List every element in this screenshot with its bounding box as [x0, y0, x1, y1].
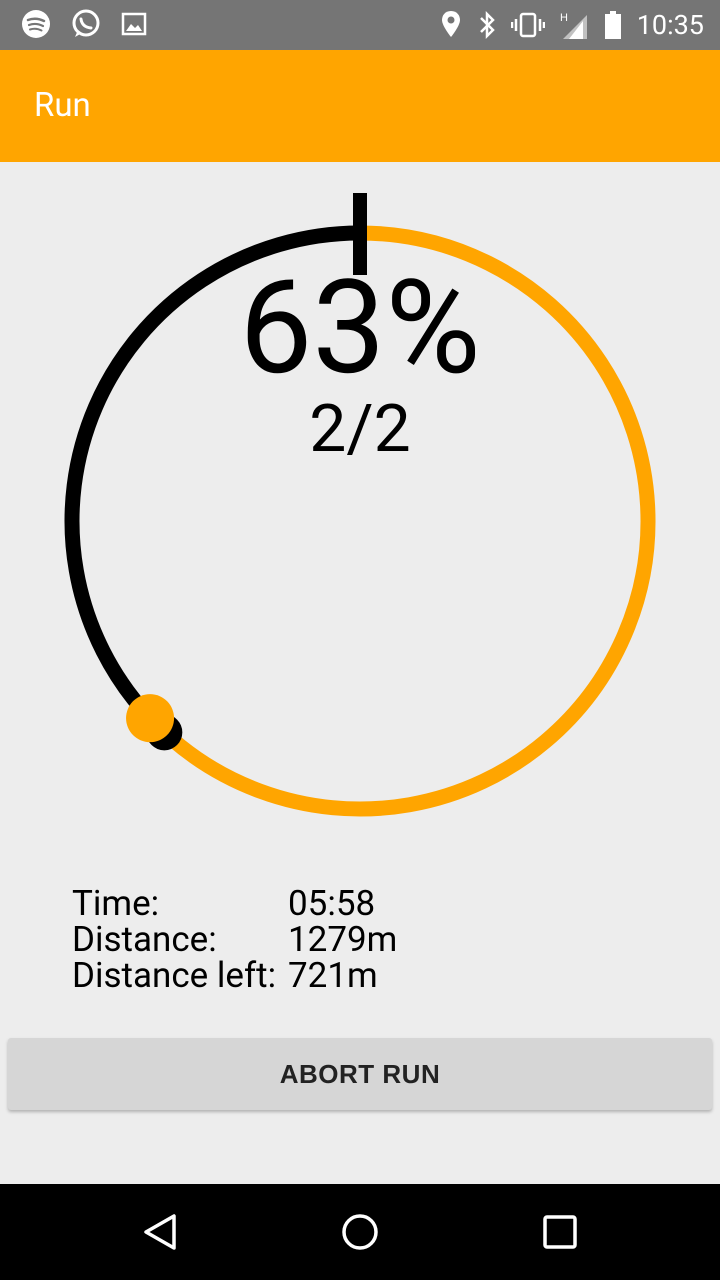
notification-icons [20, 8, 148, 40]
stat-label: Time: [72, 883, 160, 924]
home-icon[interactable] [338, 1210, 382, 1254]
stat-label: Distance left: [72, 955, 277, 996]
spotify-icon [20, 8, 52, 40]
gallery-icon [120, 10, 148, 38]
page-title: Run [34, 86, 91, 125]
progress-percent: 63% [239, 251, 481, 404]
stat-value: 05:58 [288, 883, 376, 924]
stat-label: Distance: [72, 919, 217, 960]
recents-icon[interactable] [538, 1210, 582, 1254]
navigation-bar [0, 1184, 720, 1280]
battery-icon [603, 9, 623, 41]
progress-dot [126, 694, 175, 743]
bluetooth-icon [477, 9, 497, 41]
stat-row-distance: Distance: 1279m [72, 922, 397, 958]
signal-icon: H [559, 9, 589, 41]
stat-row-distance-left: Distance left: 721m [72, 958, 397, 994]
status-bar: H 10:35 [0, 0, 720, 50]
run-stats: Time: 05:58 Distance: 1279m Distance lef… [72, 886, 397, 994]
location-icon [439, 9, 463, 41]
whatsapp-icon [70, 8, 102, 40]
abort-run-button[interactable]: ABORT RUN [8, 1038, 712, 1110]
system-icons: H 10:35 [439, 6, 704, 44]
stat-row-time: Time: 05:58 [72, 886, 397, 922]
status-time: 10:35 [636, 9, 704, 41]
lap-counter: 2/2 [309, 391, 411, 468]
vibrate-icon [510, 9, 545, 41]
back-icon[interactable] [138, 1210, 182, 1254]
stat-value: 721m [288, 955, 378, 996]
app-bar: Run [0, 50, 720, 162]
stat-value: 1279m [288, 919, 398, 960]
svg-text:H: H [560, 12, 568, 24]
